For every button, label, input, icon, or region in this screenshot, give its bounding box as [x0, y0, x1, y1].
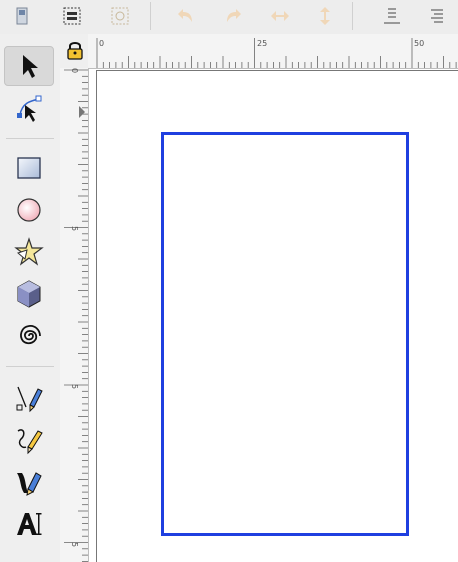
separator [352, 2, 353, 30]
spiral-icon [20, 324, 41, 345]
layers-icon[interactable] [60, 4, 84, 28]
text-tool-icon [17, 513, 42, 535]
page-border-left [96, 70, 97, 562]
star-icon [14, 237, 44, 266]
undo-icon[interactable] [175, 4, 199, 28]
ruler-corner [60, 34, 88, 68]
ruler-ticks [96, 38, 457, 68]
toolbox [0, 34, 61, 562]
ruler-label: 0 [70, 67, 80, 74]
page-border-top [96, 70, 458, 71]
separator [150, 2, 151, 30]
separator [6, 138, 54, 139]
redo-icon[interactable] [220, 4, 244, 28]
pen-bezier-icon [16, 386, 43, 413]
star-tool[interactable] [4, 232, 54, 272]
ruler-marker-icon [79, 106, 85, 118]
rectangle-tool[interactable] [4, 148, 54, 188]
selected-rectangle[interactable] [161, 132, 409, 536]
ruler-label: 5 [70, 383, 80, 390]
ruler-label: 50 [414, 39, 425, 48]
rectangle-icon [17, 157, 41, 179]
box-3d-icon [17, 280, 41, 308]
ellipse-tool[interactable] [4, 190, 54, 230]
vertical-ruler[interactable]: 0 5 5 5 [60, 68, 89, 562]
ruler-label: 5 [70, 541, 80, 548]
separator [6, 366, 54, 367]
lock-icon[interactable] [66, 40, 84, 60]
pencil-icon [17, 429, 43, 455]
pencil-tool[interactable] [4, 420, 54, 460]
arrow-pointer-icon [23, 55, 38, 78]
document-properties-icon[interactable] [10, 4, 34, 28]
node-editor-tool[interactable] [4, 88, 54, 128]
pen-tool[interactable] [4, 378, 54, 418]
calligraphy-tool[interactable] [4, 462, 54, 502]
ruler-label: 0 [99, 39, 105, 48]
ruler-label: 25 [257, 39, 268, 48]
ruler-label: 5 [70, 225, 80, 232]
calligraphy-icon [17, 472, 42, 496]
selector-tool[interactable] [4, 46, 54, 86]
align-bottom-icon[interactable] [380, 4, 404, 28]
text-tool[interactable] [4, 504, 54, 544]
flip-vertical-icon[interactable] [313, 4, 337, 28]
ruler-ticks [64, 69, 88, 562]
spiral-tool[interactable] [4, 316, 54, 356]
node-edit-icon [17, 95, 42, 122]
box-3d-tool[interactable] [4, 274, 54, 314]
flip-horizontal-icon[interactable] [268, 4, 292, 28]
horizontal-ruler[interactable]: 0 25 50 [88, 34, 458, 69]
align-text-icon[interactable] [425, 4, 449, 28]
circle-icon [17, 198, 41, 222]
object-icon[interactable] [108, 4, 132, 28]
command-bar [0, 0, 458, 35]
